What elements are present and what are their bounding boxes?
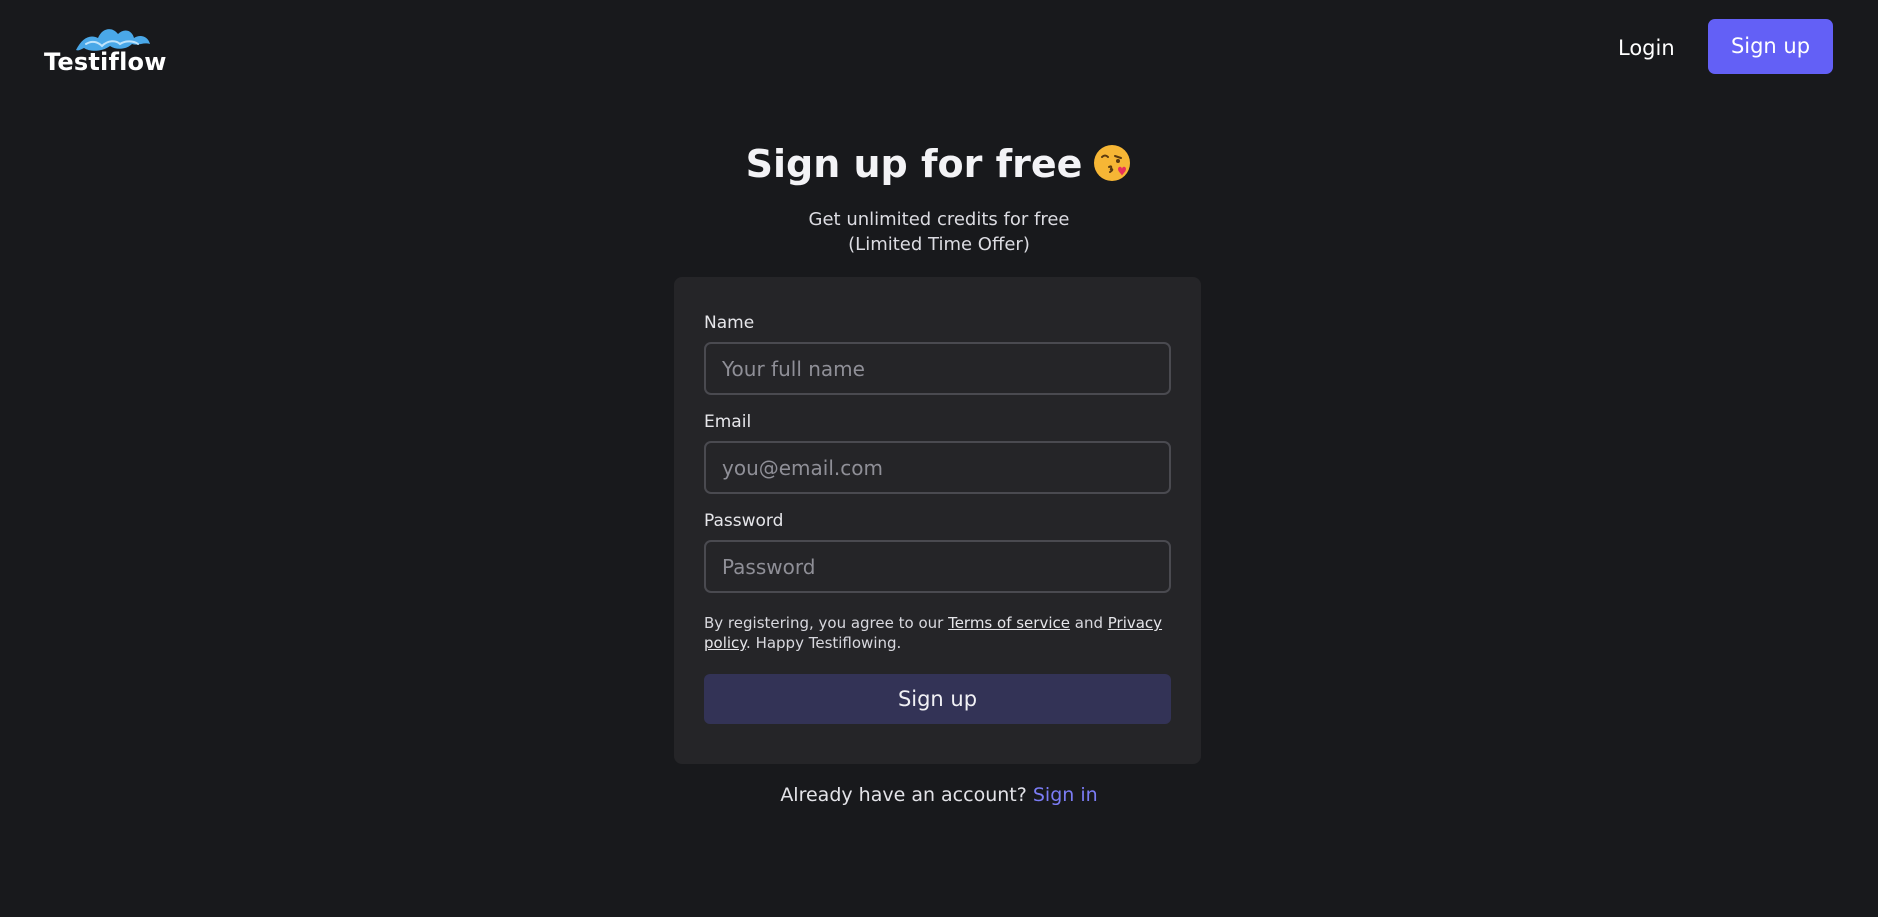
terms-middle: and — [1069, 614, 1108, 632]
signup-submit-button[interactable]: Sign up — [704, 674, 1171, 724]
name-label: Name — [704, 313, 755, 333]
password-label: Password — [704, 511, 784, 531]
signin-prompt-text: Already have an account? — [780, 784, 1033, 806]
subtitle-line-1: Get unlimited credits for free — [808, 209, 1070, 230]
page-title-text: Sign up for free — [745, 142, 1083, 186]
name-input[interactable] — [704, 342, 1171, 395]
top-navbar: Testiflow Login Sign up — [0, 0, 1878, 96]
brand-name: Testiflow — [44, 48, 167, 76]
face-blowing-kiss-emoji — [1094, 145, 1131, 181]
email-label: Email — [704, 412, 752, 432]
brand-logo[interactable]: Testiflow — [44, 20, 167, 80]
password-input[interactable] — [704, 540, 1171, 593]
signin-link[interactable]: Sign in — [1033, 784, 1098, 806]
subtitle-line-2: (Limited Time Offer) — [848, 234, 1030, 255]
terms-notice: By registering, you agree to our Terms o… — [704, 613, 1174, 653]
header-signup-button[interactable]: Sign up — [1708, 19, 1833, 74]
page-subtitle: Get unlimited credits for free (Limited … — [0, 207, 1878, 257]
email-input[interactable] — [704, 441, 1171, 494]
login-link[interactable]: Login — [1618, 28, 1675, 68]
page-title: Sign up for free — [0, 142, 1878, 186]
terms-of-service-link[interactable]: Terms of service — [948, 614, 1070, 632]
signup-form-card: Name Email Password By registering, you … — [674, 277, 1201, 764]
signin-prompt: Already have an account? Sign in — [0, 784, 1878, 806]
terms-suffix: . Happy Testiflowing. — [746, 634, 902, 652]
terms-prefix: By registering, you agree to our — [704, 614, 949, 632]
